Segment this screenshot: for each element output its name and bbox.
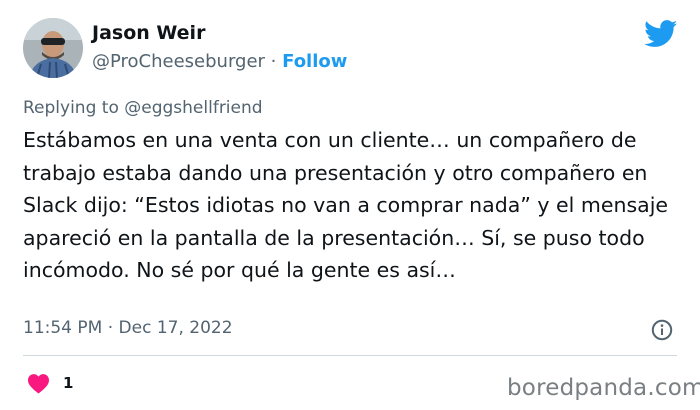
replying-to: Replying to @eggshellfriend [23, 98, 263, 118]
reply-mention-link[interactable]: @eggshellfriend [124, 98, 262, 118]
divider [23, 355, 677, 356]
avatar-photo [23, 18, 83, 78]
tweet-timestamp[interactable]: 11:54 PM · Dec 17, 2022 [23, 318, 233, 338]
avatar[interactable] [23, 18, 83, 78]
info-icon[interactable] [651, 319, 673, 341]
display-name[interactable]: Jason Weir [92, 22, 205, 44]
replying-to-label: Replying to [23, 98, 125, 118]
watermark-logo: boredpanda.com [507, 375, 700, 401]
separator-dot: · [264, 51, 283, 72]
handle-line: @ProCheeseburger · Follow [92, 51, 347, 72]
follow-button[interactable]: Follow [282, 51, 347, 72]
handle[interactable]: @ProCheeseburger [92, 51, 265, 72]
tweet-text: Estábamos en una venta con un cliente… u… [23, 128, 668, 282]
twitter-bird-icon[interactable] [644, 20, 678, 48]
like-count: 1 [63, 374, 74, 392]
heart-icon[interactable] [27, 373, 50, 394]
